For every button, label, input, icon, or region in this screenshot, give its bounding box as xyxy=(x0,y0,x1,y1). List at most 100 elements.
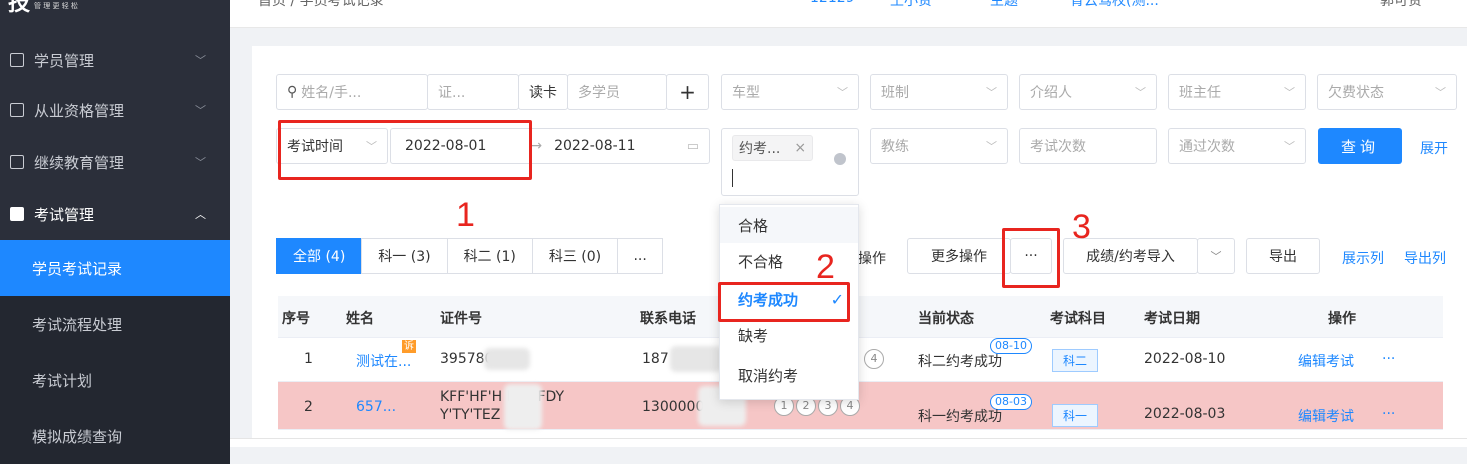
text-caret xyxy=(732,169,733,187)
sidebar-subitem-label: 考试计划 xyxy=(32,371,93,390)
tab-more[interactable]: ... xyxy=(617,238,664,274)
name-search-input[interactable]: ⚲ 姓名/手... xyxy=(276,74,428,110)
row-index: 2 xyxy=(304,399,313,415)
import-dropdown-button[interactable]: ﹀ xyxy=(1197,238,1235,274)
breadcrumb[interactable]: 首页 / 学员考试记录 xyxy=(258,0,384,10)
student-name-link[interactable]: 测试在... xyxy=(356,351,411,371)
edit-exam-link[interactable]: 编辑考试 xyxy=(1298,406,1354,426)
sidebar-subitem-exam-plan[interactable]: 考试计划 xyxy=(0,352,230,408)
export-button[interactable]: 导出 xyxy=(1246,238,1320,274)
selected-tag-label: 约考... xyxy=(739,141,781,157)
tag-close-icon[interactable]: × xyxy=(794,140,806,156)
current-status: 科一约考成功 xyxy=(918,409,1002,425)
option-fail[interactable]: 不合格 xyxy=(720,243,858,279)
exam-count-input[interactable]: 考试次数 xyxy=(1019,128,1157,164)
sidebar-item-qualification[interactable]: 从业资格管理 ﹀ xyxy=(0,84,230,136)
chevron-down-icon: ﹀ xyxy=(195,104,206,117)
chevron-up-icon: ︿ xyxy=(195,208,206,221)
tab-subject-2[interactable]: 科二 (1) xyxy=(446,238,533,274)
id-search-input[interactable]: 证... xyxy=(427,74,519,110)
chevron-down-icon: ﹀ xyxy=(986,86,997,99)
show-columns-link[interactable]: 展示列 xyxy=(1342,248,1384,268)
car-type-select[interactable]: 车型 ﹀ xyxy=(721,74,859,110)
row-more-button[interactable]: ··· xyxy=(1382,406,1395,422)
id-search-placeholder: 证... xyxy=(438,85,466,101)
sidebar-subitem-label: 学员考试记录 xyxy=(32,259,123,278)
student-name-link[interactable]: 657... xyxy=(356,399,396,415)
more-operations-button[interactable]: 更多操作 xyxy=(907,238,1011,274)
chevron-down-icon: ﹀ xyxy=(837,86,848,99)
name-search-placeholder: 姓名/手... xyxy=(301,85,362,101)
edit-exam-link[interactable]: 编辑考试 xyxy=(1298,351,1354,371)
export-columns-link[interactable]: 导出列 xyxy=(1404,248,1446,268)
option-absent[interactable]: 缺考 xyxy=(720,317,858,353)
tab-subject-3[interactable]: 科三 (0) xyxy=(531,238,619,274)
batch-op-partial[interactable]: 操作 xyxy=(858,248,886,268)
topbar-username[interactable]: 郭可贤 xyxy=(1380,0,1422,10)
head-teacher-select[interactable]: 班主任 ﹀ xyxy=(1168,74,1306,110)
sidebar: 技 管 理 更 轻 松 学员管理 ﹀ 从业资格管理 ﹀ 继续教育管理 ﹀ 考试管… xyxy=(0,0,230,464)
sidebar-subitem-exam-process[interactable]: 考试流程处理 xyxy=(0,296,230,352)
chevron-down-icon: ﹀ xyxy=(195,54,206,67)
chevron-down-icon: ﹀ xyxy=(1284,140,1295,153)
search-button-label: 查询 xyxy=(1340,137,1379,156)
clear-icon[interactable] xyxy=(834,153,846,165)
option-pass[interactable]: 合格 xyxy=(720,207,858,243)
expand-link[interactable]: 展开 xyxy=(1420,138,1448,158)
head-teacher-label: 班主任 xyxy=(1179,85,1221,101)
topbar-user-switch[interactable]: 王小贤 xyxy=(890,0,932,10)
tab-label: 科一 (3) xyxy=(378,249,431,265)
fee-status-select[interactable]: 欠费状态 ﹀ xyxy=(1317,74,1457,110)
date-separator: → xyxy=(530,138,543,154)
topbar-theme[interactable]: 主题 xyxy=(990,0,1018,10)
plus-icon: + xyxy=(679,80,696,104)
multi-student-input[interactable]: 多学员 xyxy=(567,74,667,110)
sidebar-item-continuing-education[interactable]: 继续教育管理 ﹀ xyxy=(0,136,230,188)
row-more-button[interactable]: ··· xyxy=(1382,351,1395,367)
tab-label: 全部 (4) xyxy=(293,249,346,265)
coach-select[interactable]: 教练 ﹀ xyxy=(870,128,1008,164)
option-label: 不合格 xyxy=(738,252,784,271)
sidebar-subitem-exam-records[interactable]: 学员考试记录 xyxy=(0,240,230,296)
exam-result-multiselect[interactable]: 约考... × xyxy=(721,128,859,196)
redaction xyxy=(504,384,542,430)
sidebar-subitem-label: 考试流程处理 xyxy=(32,315,123,334)
subject-badge: 科二 xyxy=(1052,349,1099,372)
chevron-down-icon: ﹀ xyxy=(1435,86,1446,99)
sidebar-item-students[interactable]: 学员管理 ﹀ xyxy=(0,34,230,86)
add-student-button[interactable]: + xyxy=(666,74,709,110)
col-status: 当前状态 xyxy=(918,311,974,327)
horizontal-scrollbar[interactable] xyxy=(230,438,1467,447)
search-button[interactable]: 查询 xyxy=(1318,128,1402,164)
calendar-icon: ▭ xyxy=(686,138,699,154)
coach-label: 教练 xyxy=(881,139,909,155)
option-label: 合格 xyxy=(738,216,769,235)
exam-date: 2022-08-10 xyxy=(1144,351,1226,367)
date-to[interactable]: 2022-08-11 xyxy=(554,138,635,154)
complaint-flag: 诉 xyxy=(402,340,416,353)
sidebar-item-label: 从业资格管理 xyxy=(34,101,125,120)
tab-subject-1[interactable]: 科一 (3) xyxy=(361,238,448,274)
topbar-school[interactable]: 青云驾校(测... xyxy=(1070,0,1159,10)
redaction xyxy=(670,346,722,372)
current-status: 科二约考成功 xyxy=(918,354,1002,370)
message-counter[interactable]: 12129 xyxy=(810,0,855,6)
import-label: 成绩/约考导入 xyxy=(1086,249,1175,265)
exam-date: 2022-08-03 xyxy=(1144,406,1226,422)
class-type-select[interactable]: 班制 ﹀ xyxy=(870,74,1008,110)
top-bar: 首页 / 学员考试记录 12129 王小贤 主题 青云驾校(测... 郭可贤 xyxy=(230,0,1467,28)
pass-count-select[interactable]: 通过次数 ﹀ xyxy=(1168,128,1306,164)
option-cancel-booking[interactable]: 取消约考 xyxy=(720,357,858,393)
fee-status-label: 欠费状态 xyxy=(1328,85,1384,101)
table-header: 序号 姓名 证件号 联系电话 当前状态 考试科目 考试日期 操作 xyxy=(278,296,1443,338)
sidebar-item-exam-management[interactable]: 考试管理 ︿ xyxy=(0,188,230,240)
tab-all[interactable]: 全部 (4) xyxy=(276,238,363,274)
read-card-button[interactable]: 读卡 xyxy=(518,74,568,110)
col-date: 考试日期 xyxy=(1144,311,1200,327)
phone-number: 187 xyxy=(642,351,669,367)
introducer-select[interactable]: 介绍人 ﹀ xyxy=(1019,74,1157,110)
export-label: 导出 xyxy=(1269,249,1297,265)
sidebar-subitem-mock-scores[interactable]: 模拟成绩查询 xyxy=(0,408,230,464)
tab-label: ... xyxy=(633,248,647,264)
chevron-down-icon: ﹀ xyxy=(986,140,997,153)
